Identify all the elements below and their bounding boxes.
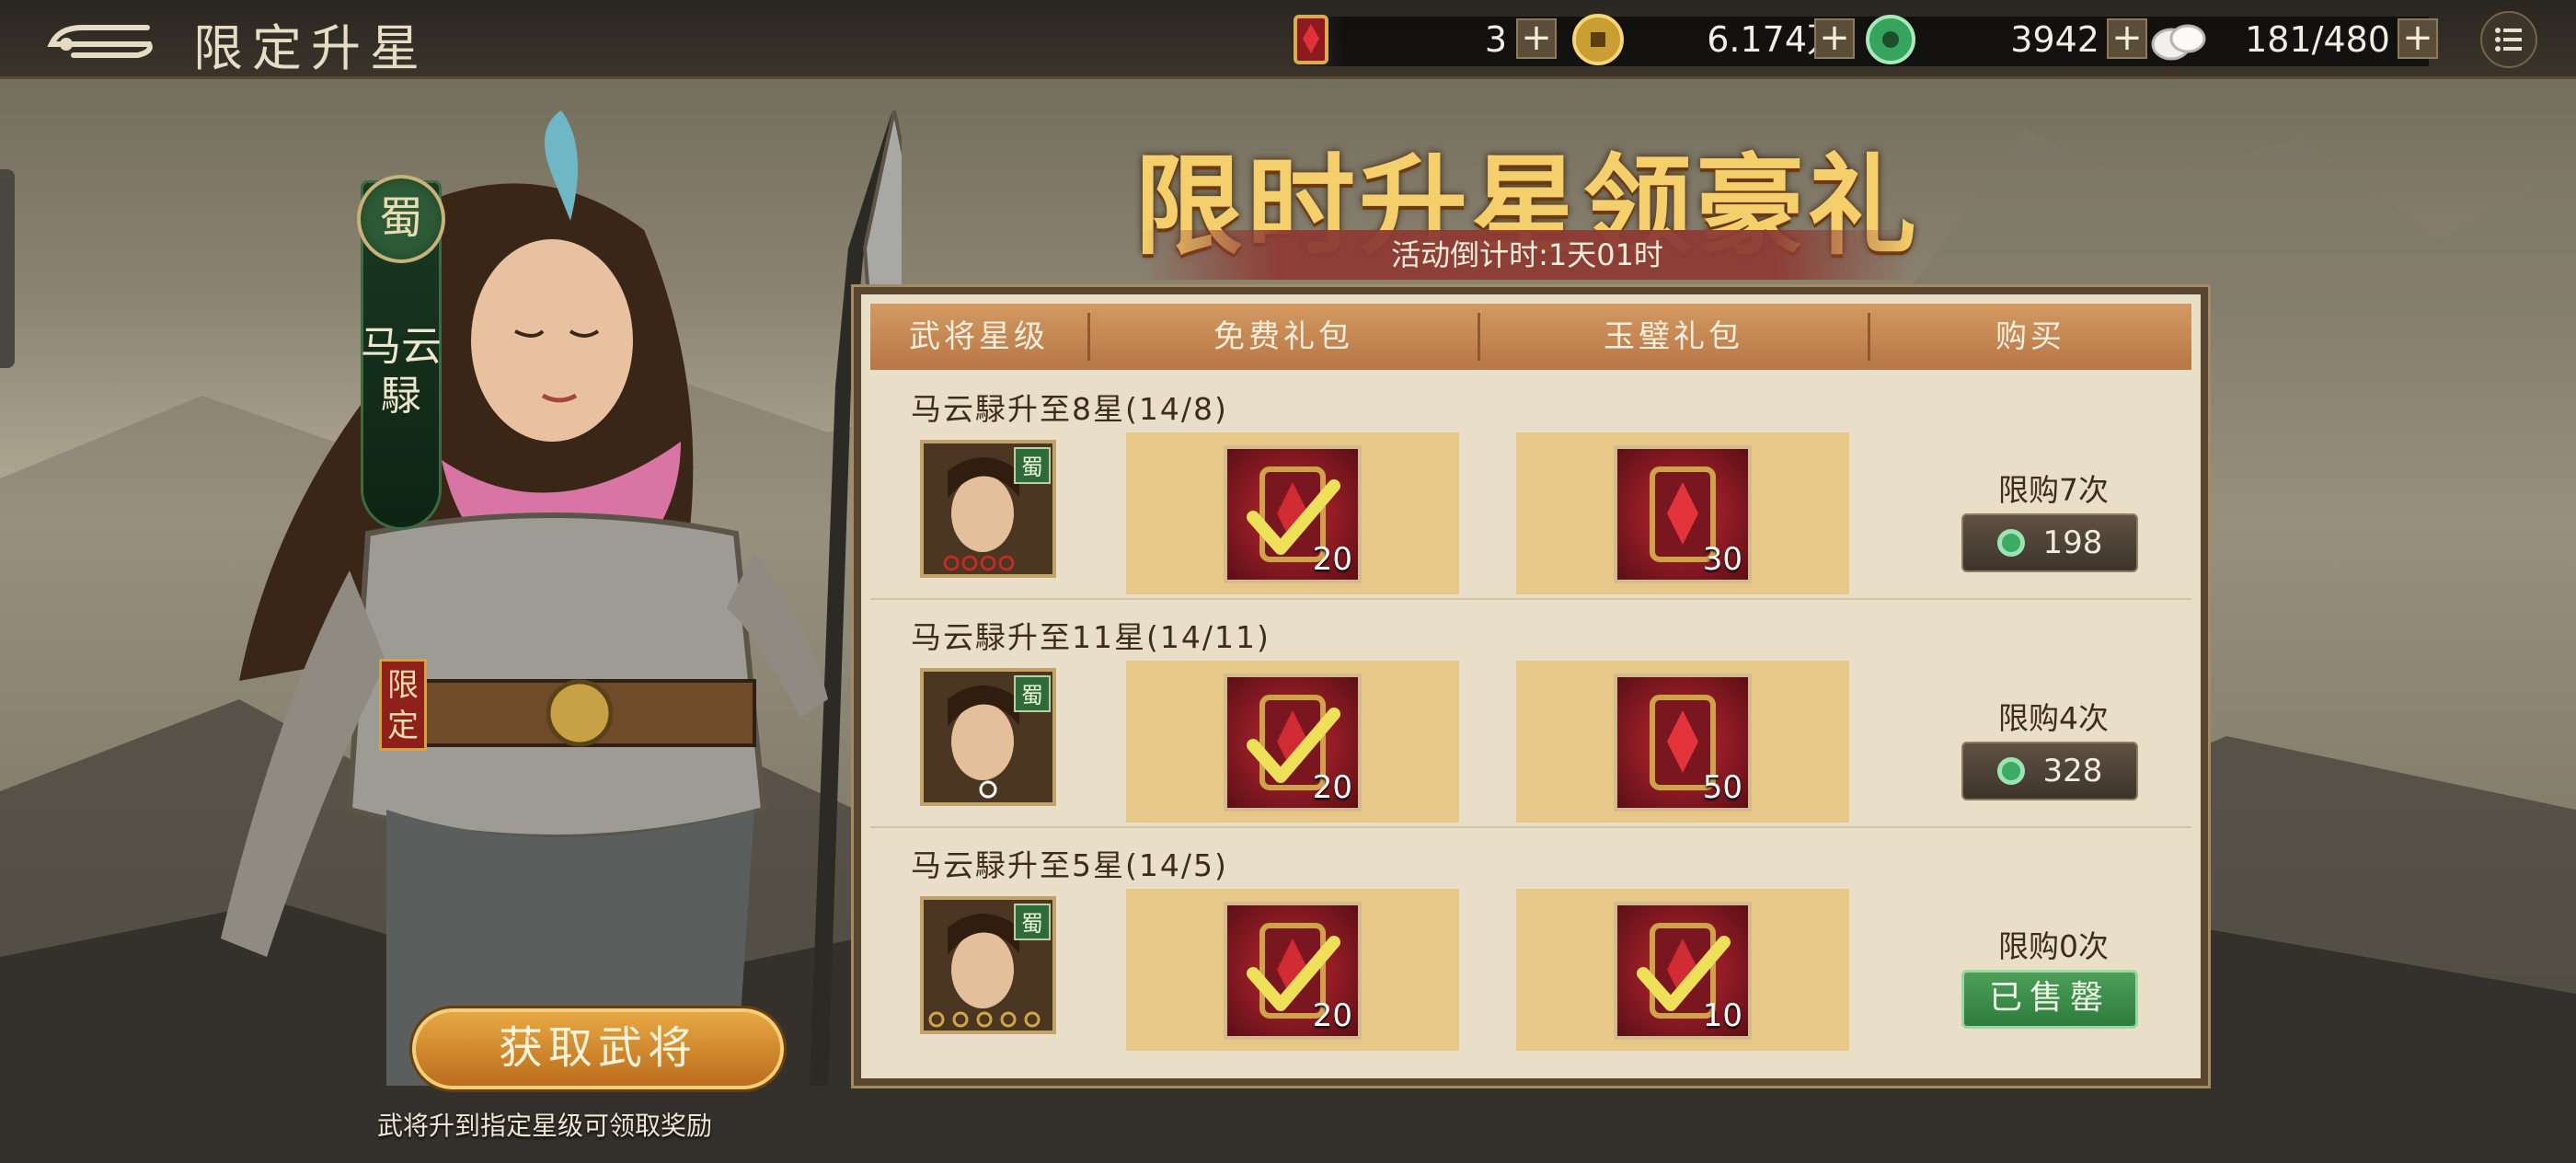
get-hero-button[interactable]: 获取武将 — [412, 1008, 784, 1089]
card-faction-badge: 蜀 — [1014, 904, 1051, 940]
hero-card[interactable]: 蜀 — [920, 668, 1056, 806]
hero-portrait — [221, 110, 902, 1086]
jade-bi-icon — [1996, 757, 2025, 785]
side-tab-handle[interactable] — [0, 169, 15, 368]
event-headline: 限时升星领豪礼 — [1133, 142, 1920, 270]
item-count: 50 — [1702, 769, 1742, 806]
free-pack-cell: 20 — [1126, 661, 1459, 823]
back-arrow-icon[interactable] — [46, 17, 156, 63]
item-count: 10 — [1702, 997, 1742, 1034]
copper-coin-count: 6.174万 — [1707, 19, 1842, 60]
column-header-jade-pack: 玉璧礼包 — [1604, 318, 1743, 355]
menu-button[interactable] — [2480, 11, 2537, 68]
free-pack-cell: 20 — [1126, 432, 1459, 594]
jade-bi-icon — [1996, 529, 2025, 557]
free-pack-cell: 20 — [1126, 889, 1459, 1051]
resource-red-token: 3 + — [1279, 11, 1573, 70]
resource-jade: 3942 + — [1862, 11, 2156, 70]
resource-stamina: 181/480 + — [2149, 11, 2444, 70]
card-faction-badge: 蜀 — [1014, 447, 1051, 484]
red-token-add-button[interactable]: + — [1516, 18, 1557, 59]
page-title: 限定升星 — [193, 19, 429, 77]
buy-button[interactable]: 198 — [1961, 513, 2138, 572]
jade-gift-item[interactable]: 10 — [1614, 902, 1752, 1040]
stamina-count: 181/480 — [2245, 19, 2390, 60]
jade-count: 3942 — [2010, 19, 2099, 60]
copper-coin-icon — [1572, 14, 1624, 65]
steamed-bun-icon — [2151, 24, 2206, 61]
limited-tag: 限定 — [379, 659, 427, 751]
jade-pack-cell: 50 — [1516, 661, 1849, 823]
jade-add-button[interactable]: + — [2107, 18, 2147, 59]
buy-button[interactable]: 328 — [1961, 742, 2138, 800]
hero-card[interactable]: 蜀 — [920, 440, 1056, 578]
jade-pack-cell: 10 — [1516, 889, 1849, 1051]
hero-name: 马云騄 — [361, 323, 442, 420]
resource-copper-coin: 6.174万 + — [1570, 11, 1901, 70]
copper-coin-add-button[interactable]: + — [1814, 18, 1855, 59]
red-token-count: 3 — [1484, 19, 1507, 60]
jade-pack-cell: 30 — [1516, 432, 1849, 594]
table-header: 武将星级 免费礼包 玉璧礼包 购买 — [870, 304, 2191, 370]
jade-gift-item[interactable]: 30 — [1614, 445, 1752, 583]
row-divider — [870, 826, 2191, 828]
event-countdown: 活动倒计时:1天01时 — [1141, 230, 1914, 280]
purchase-limit: 限购4次 — [1998, 700, 2109, 736]
sold-out-button[interactable]: 已售罄 — [1961, 970, 2138, 1029]
hero-card[interactable]: 蜀 — [920, 896, 1056, 1034]
free-gift-item[interactable]: 20 — [1224, 445, 1362, 583]
item-count: 20 — [1312, 541, 1352, 578]
purchase-limit: 限购0次 — [1998, 928, 2109, 964]
card-faction-badge: 蜀 — [1014, 675, 1051, 712]
jade-gift-item[interactable]: 50 — [1614, 674, 1752, 812]
purchase-limit: 限购7次 — [1998, 472, 2109, 508]
list-menu-icon — [2495, 28, 2522, 52]
item-count: 20 — [1312, 997, 1352, 1034]
table-row: 马云騄升至8星(14/8) 蜀 20 30 限购7次 198 — [870, 374, 2191, 600]
column-header-star-level: 武将星级 — [909, 318, 1049, 355]
red-token-icon — [1294, 15, 1328, 64]
column-header-free-pack: 免费礼包 — [1213, 318, 1353, 355]
free-gift-item[interactable]: 20 — [1224, 902, 1362, 1040]
price: 198 — [2042, 524, 2103, 561]
table-row: 马云騄升至11星(14/11) 蜀 20 50 限购4次 328 — [870, 602, 2191, 828]
item-count: 30 — [1702, 541, 1742, 578]
jade-bi-icon — [1866, 15, 1915, 64]
star-up-reward-panel: 武将星级 免费礼包 玉璧礼包 购买 马云騄升至8星(14/8) 蜀 20 30 … — [854, 287, 2208, 1086]
free-gift-item[interactable]: 20 — [1224, 674, 1362, 812]
row-title: 马云騄升至5星(14/5) — [911, 847, 1228, 883]
stamina-add-button[interactable]: + — [2398, 18, 2438, 59]
reward-hint-text: 武将升到指定星级可领取奖励 — [377, 1111, 713, 1141]
price: 328 — [2042, 753, 2103, 789]
faction-shu-badge: 蜀 — [357, 175, 445, 263]
table-row: 马云騄升至5星(14/5) 蜀 20 10 限购0次 已售罄 — [870, 830, 2191, 1056]
row-title: 马云騄升至8星(14/8) — [911, 391, 1228, 427]
top-bar: 限定升星 3 + 6.174万 + 3942 + 181/480 + — [0, 0, 2576, 79]
item-count: 20 — [1312, 769, 1352, 806]
row-title: 马云騄升至11星(14/11) — [911, 619, 1271, 655]
row-divider — [870, 598, 2191, 600]
column-header-buy: 购买 — [1995, 318, 2065, 355]
